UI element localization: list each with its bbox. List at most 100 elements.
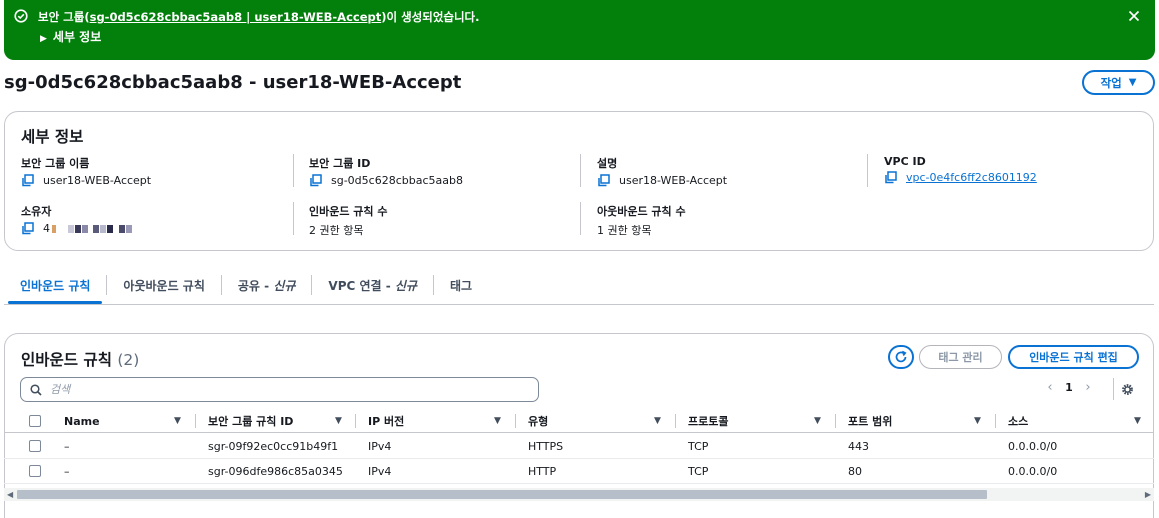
column-header-protocol[interactable]: 프로토콜 ▼ [688,410,833,432]
flash-details-toggle[interactable]: ▶ 세부 정보 [40,28,101,45]
tab-bar: 인바운드 규칙 아웃바운드 규칙 공유 - 신규 VPC 연결 - 신규 태그 [4,270,488,304]
copy-icon[interactable] [21,222,34,235]
tab-inbound-rules[interactable]: 인바운드 규칙 [4,270,106,304]
column-divider [355,414,356,428]
select-all-checkbox[interactable] [29,410,41,432]
check-circle-icon [14,9,28,23]
field-value: user18-WEB-Accept [43,174,152,187]
flash-message-suffix: )이 생성되었습니다. [381,10,480,24]
page-number[interactable]: 1 [1057,381,1081,394]
column-label: IP 버전 [368,415,405,428]
sort-icon: ▼ [1134,416,1141,426]
caret-right-icon: ▶ [40,34,47,44]
details-card: 세부 정보 보안 그룹 이름 user18-WEB-Accept 보안 그룹 I… [4,111,1154,251]
copy-icon[interactable] [884,171,897,184]
pagination: ‹ 1 › [1043,380,1095,395]
edit-inbound-rules-button[interactable]: 인바운드 규칙 편집 [1008,345,1139,369]
copy-icon[interactable] [597,174,610,187]
sort-icon: ▼ [654,416,661,426]
copy-icon[interactable] [21,174,34,187]
field-label: VPC ID [884,155,926,168]
cell-protocol: TCP [688,464,709,478]
flash-security-group-link[interactable]: sg-0d5c628cbbac5aab8 | user18-WEB-Accept [90,10,382,24]
field-security-group-id: 보안 그룹 ID sg-0d5c628cbbac5aab8 [309,155,463,187]
row-checkbox[interactable] [29,459,41,483]
column-label: Name [64,414,100,428]
cell-ip-version: IPv4 [368,464,392,478]
column-header-ip-version[interactable]: IP 버전 ▼ [368,410,513,432]
flash-details-label: 세부 정보 [52,30,102,44]
tab-outbound-rules[interactable]: 아웃바운드 규칙 [107,270,220,300]
chevron-left-icon[interactable]: ‹ [1043,380,1057,395]
field-label: 인바운드 규칙 수 [309,205,388,218]
sort-icon: ▼ [335,416,342,426]
rule-count: (2) [117,351,140,369]
search-box[interactable] [20,377,539,402]
close-icon[interactable] [1127,9,1141,23]
chevron-right-icon[interactable]: › [1081,380,1095,395]
sort-icon: ▼ [814,416,821,426]
column-header-port-range[interactable]: 포트 범위 ▼ [848,410,993,432]
manage-tags-button[interactable]: 태그 관리 [919,345,1002,369]
column-header-name[interactable]: Name ▼ [64,410,189,432]
sort-icon: ▼ [494,416,501,426]
column-header-source[interactable]: 소스 ▼ [1008,410,1148,432]
row-checkbox[interactable] [29,434,41,458]
tab-new-badge: 신규 [394,278,417,293]
field-value: user18-WEB-Accept [619,174,728,187]
search-input[interactable] [48,382,528,397]
panel-title: 인바운드 규칙 (2) [21,348,139,370]
scrollbar-thumb[interactable] [17,490,987,499]
tab-label: 태그 [449,278,473,293]
cell-ip-version: IPv4 [368,439,392,453]
tab-label: 아웃바운드 규칙 [123,278,205,293]
column-header-rule-id[interactable]: 보안 그룹 규칙 ID ▼ [208,410,353,432]
cell-port-range: 443 [848,439,869,453]
refresh-icon [895,350,907,363]
search-icon [30,383,42,396]
field-label: 보안 그룹 이름 [21,157,90,170]
horizontal-scrollbar[interactable]: ◀ ▶ [4,488,1154,501]
field-security-group-name: 보안 그룹 이름 user18-WEB-Accept [21,155,151,187]
scroll-right-icon[interactable]: ▶ [1145,488,1151,501]
refresh-button[interactable] [888,345,914,369]
table-row[interactable]: – sgr-09f92ec0cc91b49f1 IPv4 HTTPS TCP 4… [4,434,1154,459]
field-label: 설명 [597,157,618,170]
scroll-left-icon[interactable]: ◀ [7,488,13,501]
cell-rule-id: sgr-09f92ec0cc91b49f1 [208,439,339,453]
column-divider [995,414,996,428]
tab-label: 인바운드 규칙 [20,278,91,293]
vpc-id-link[interactable]: vpc-0e4fc6ff2c8601192 [906,171,1037,184]
divider [867,154,868,187]
field-value: 1 권한 항목 [597,224,652,237]
table-row[interactable]: – sgr-096dfe986c85a0345 IPv4 HTTP TCP 80… [4,459,1154,484]
divider [580,202,581,235]
tab-vpc-associations[interactable]: VPC 연결 - 신규 [312,270,433,300]
tab-tags[interactable]: 태그 [434,270,488,300]
cell-port-range: 80 [848,464,862,478]
tab-sharing[interactable]: 공유 - 신규 [222,270,312,300]
tab-label: 공유 - [237,278,274,293]
field-description: 설명 user18-WEB-Accept [597,155,727,187]
field-value: 2 권한 항목 [309,224,364,237]
cell-type: HTTP [528,464,557,478]
field-vpc-id: VPC ID vpc-0e4fc6ff2c8601192 [884,155,1037,184]
cell-name: – [64,439,70,453]
cell-source: 0.0.0.0/0 [1008,439,1058,453]
field-value: 4 [43,222,50,235]
column-label: 소스 [1008,415,1029,428]
caret-down-icon: ▼ [1128,77,1137,88]
field-label: 보안 그룹 ID [309,157,371,170]
panel-title-text: 인바운드 규칙 [21,351,112,369]
gear-icon[interactable] [1121,383,1134,396]
cell-type: HTTPS [528,439,564,453]
details-title: 세부 정보 [21,128,84,146]
success-flash-banner: 보안 그룹(sg-0d5c628cbbac5aab8 | user18-WEB-… [4,0,1155,60]
table-header: Name ▼ 보안 그룹 규칙 ID ▼ IP 버전 ▼ 유형 ▼ 프로토콜 ▼ 포트 범… [4,410,1154,433]
column-divider [195,414,196,428]
divider [1113,378,1114,400]
tab-new-badge: 신규 [273,278,296,293]
actions-dropdown-button[interactable]: 작업 ▼ [1082,70,1155,95]
copy-icon[interactable] [309,174,322,187]
column-header-type[interactable]: 유형 ▼ [528,410,673,432]
